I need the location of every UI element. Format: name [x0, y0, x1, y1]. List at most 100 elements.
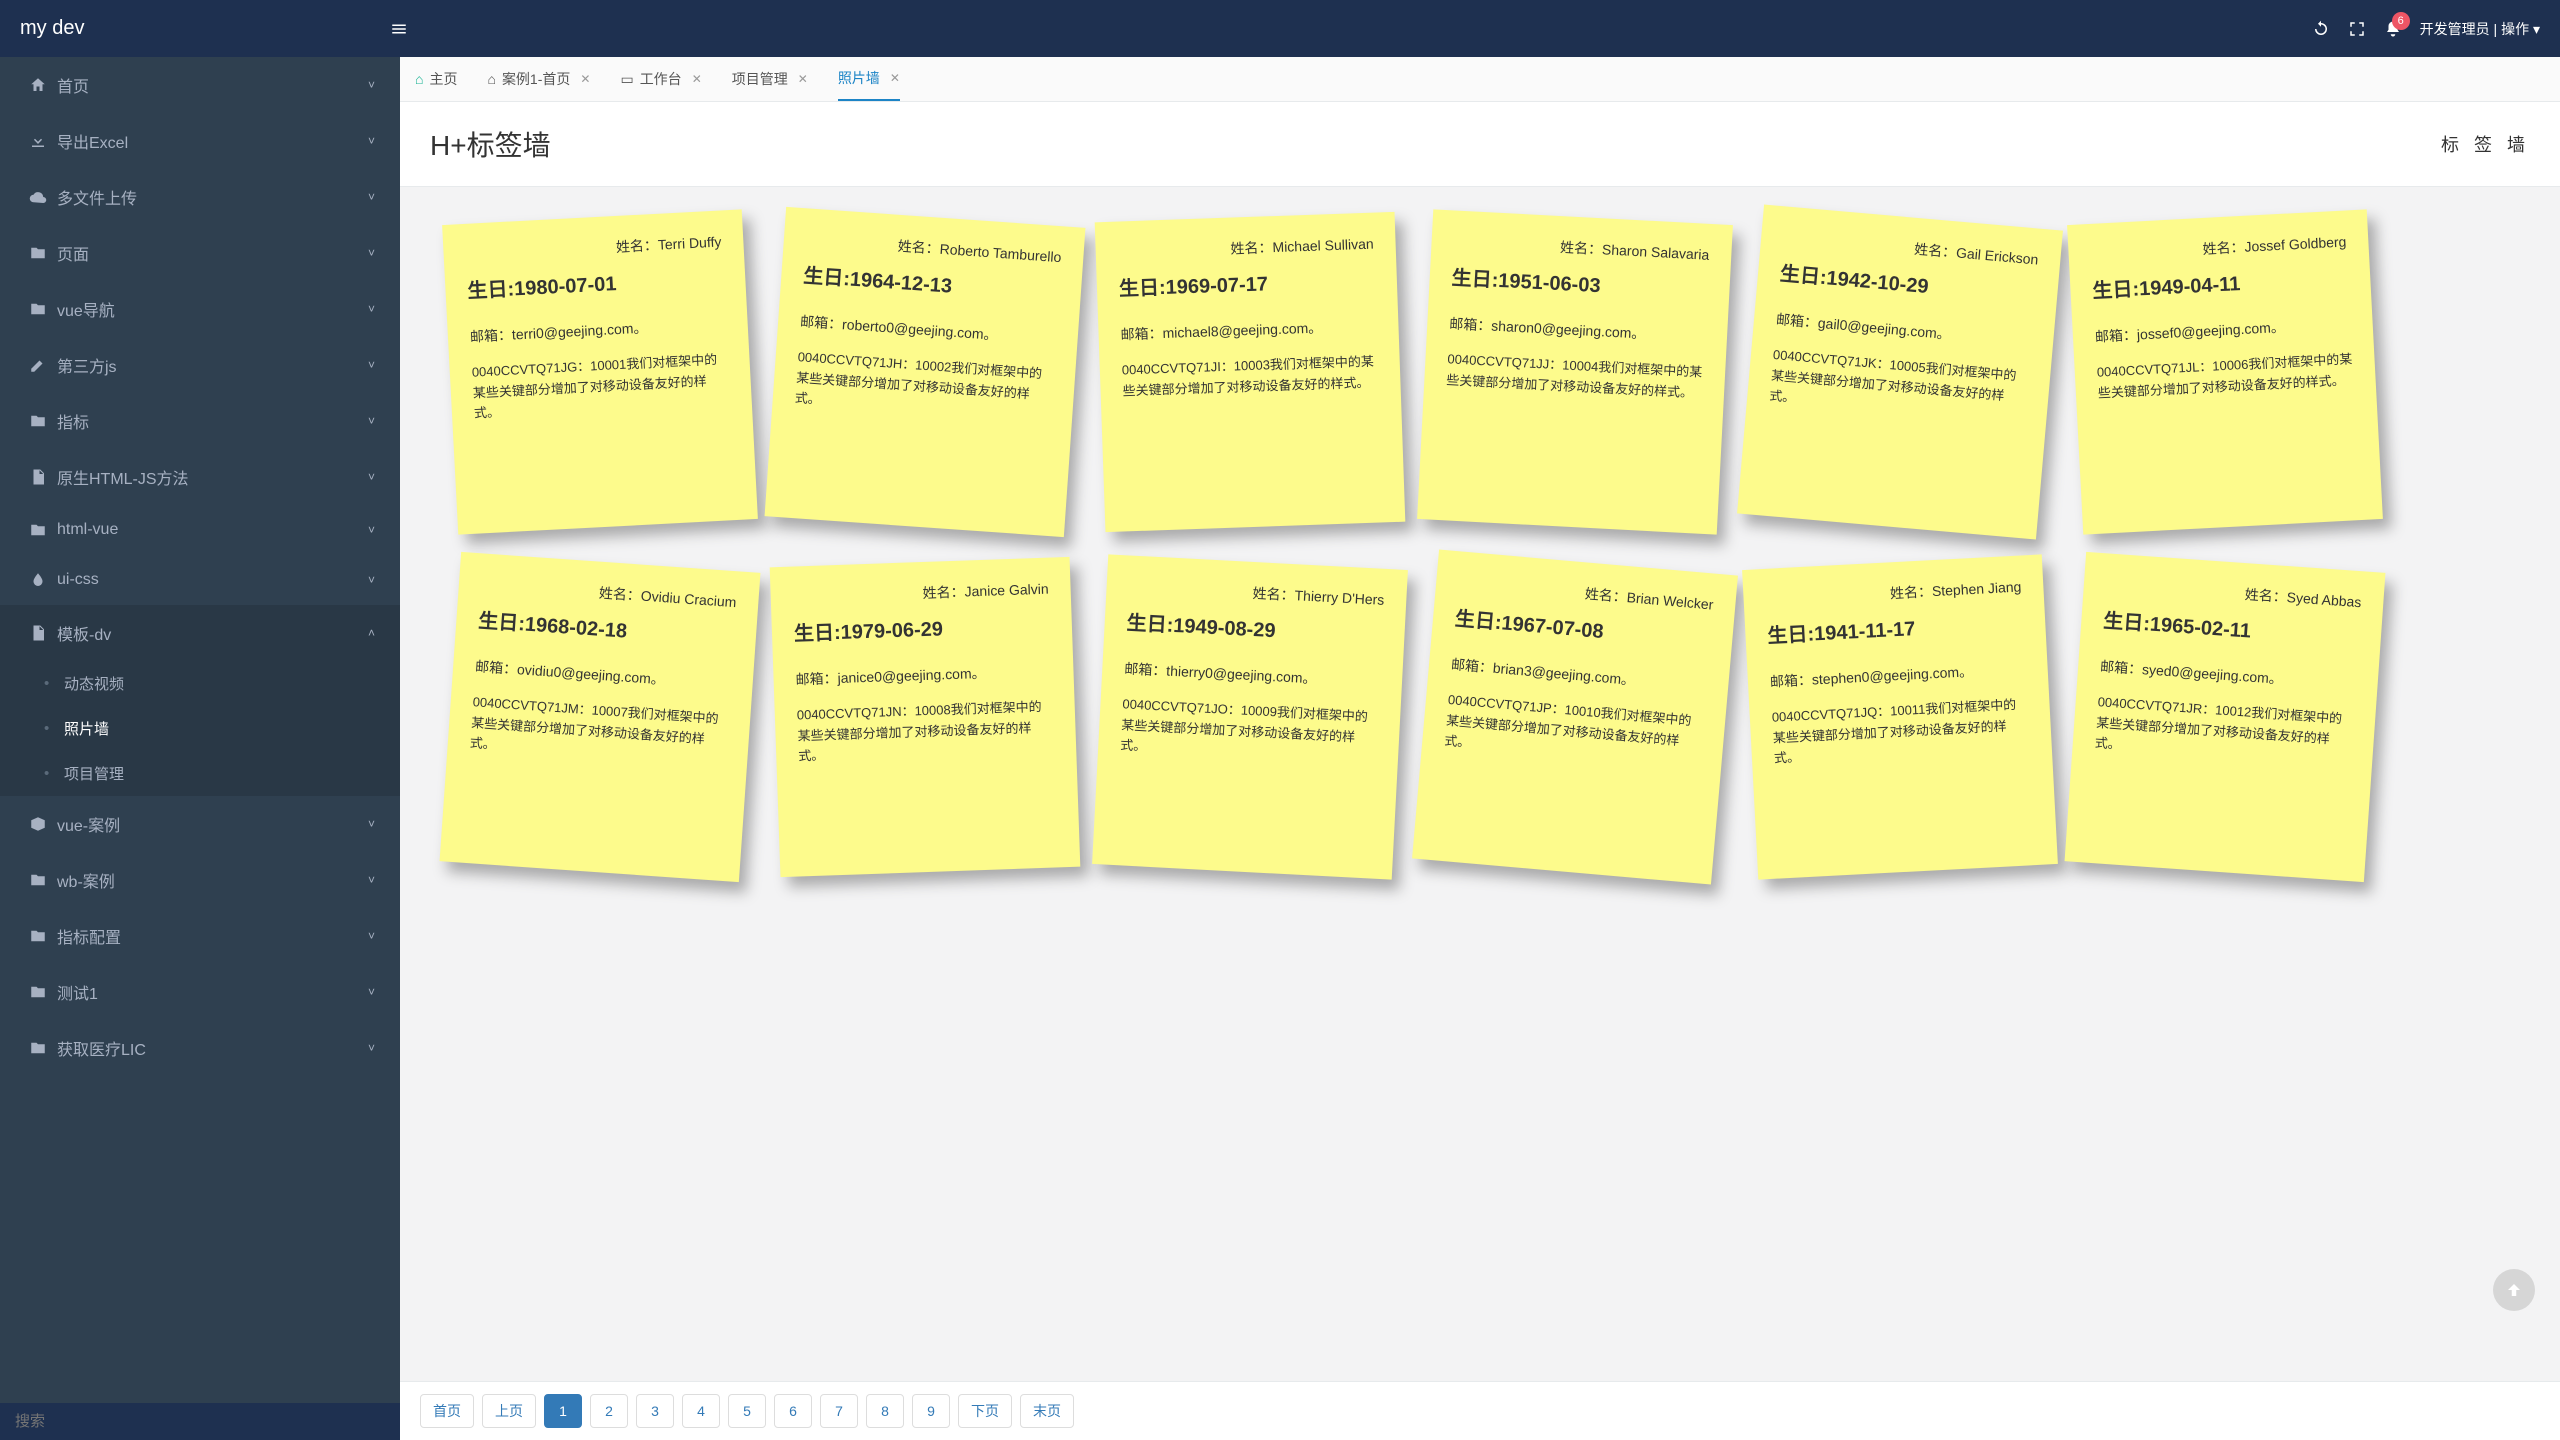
sidebar-item-label: 指标: [57, 409, 89, 433]
sidebar-item-12[interactable]: wb-案例˅: [0, 852, 400, 908]
note-birthday: 生日:1980-07-01: [467, 263, 724, 308]
note-description: 0040CCVTQ71JI：10003我们对框架中的某些关键部分增加了对移动设备…: [1122, 351, 1379, 402]
page-prev[interactable]: 上页: [482, 1394, 536, 1428]
page-9[interactable]: 9: [912, 1394, 950, 1428]
page-6[interactable]: 6: [774, 1394, 812, 1428]
tab-label: 照片墙: [838, 68, 880, 88]
note-card-3[interactable]: 姓名：Sharon Salavaria生日:1951-06-03邮箱：sharo…: [1417, 209, 1733, 534]
folder-icon: [29, 521, 57, 539]
sidebar-item-14[interactable]: 测试1˅: [0, 964, 400, 1020]
page-title: H+标签墙: [430, 124, 551, 164]
sidebar-item-9[interactable]: ui-css˅: [0, 555, 400, 605]
tab-4[interactable]: 照片墙 ✕: [838, 57, 900, 101]
close-icon[interactable]: ✕: [890, 71, 900, 85]
id-icon: ▭: [620, 71, 633, 88]
page-3[interactable]: 3: [636, 1394, 674, 1428]
chevron-icon: ˅: [368, 302, 375, 316]
note-name: 姓名：Sharon Salavaria: [1453, 230, 1710, 266]
tab-2[interactable]: ▭ 工作台 ✕: [620, 57, 701, 101]
note-card-2[interactable]: 姓名：Michael Sullivan生日:1969-07-17邮箱：micha…: [1095, 212, 1406, 532]
note-card-4[interactable]: 姓名：Gail Erickson生日:1942-10-29邮箱：gail0@ge…: [1737, 205, 2063, 540]
note-card-11[interactable]: 姓名：Syed Abbas生日:1965-02-11邮箱：syed0@geeji…: [2065, 552, 2386, 882]
sidebar-item-label: 动态视频: [64, 673, 124, 694]
chevron-icon: ˅: [368, 573, 375, 587]
page-8[interactable]: 8: [866, 1394, 904, 1428]
user-label[interactable]: 开发管理员 | 操作 ▾: [2420, 19, 2540, 39]
note-description: 0040CCVTQ71JM：10007我们对框架中的某些关键部分增加了对移动设备…: [469, 692, 729, 772]
note-email: 邮箱：stephen0@geejing.com。: [1769, 658, 2026, 694]
note-email: 邮箱：ovidiu0@geejing.com。: [474, 656, 731, 696]
sidebar-item-3[interactable]: 页面˅: [0, 225, 400, 281]
note-birthday: 生日:1949-08-29: [1126, 608, 1383, 653]
note-card-0[interactable]: 姓名：Terri Duffy生日:1980-07-01邮箱：terri0@gee…: [442, 209, 758, 534]
page-subtitle: 标 签 墙: [2441, 131, 2530, 157]
home-icon: ⌂: [415, 71, 423, 87]
note-card-9[interactable]: 姓名：Brian Welcker生日:1967-07-08邮箱：brian3@g…: [1412, 550, 1738, 885]
close-icon[interactable]: ✕: [580, 72, 590, 86]
refresh-icon[interactable]: [2312, 18, 2330, 39]
note-birthday: 生日:1941-11-17: [1767, 608, 2024, 653]
sidebar-item-2[interactable]: 多文件上传˅: [0, 169, 400, 225]
note-description: 0040CCVTQ71JJ：10004我们对框架中的某些关键部分增加了对移动设备…: [1446, 349, 1704, 404]
sidebar-item-15[interactable]: 获取医疗LIC˅: [0, 1020, 400, 1076]
sidebar-item-label: 导出Excel: [57, 129, 128, 153]
note-birthday: 生日:1964-12-13: [802, 261, 1060, 311]
note-description: 0040CCVTQ71JQ：10011我们对框架中的某些关键部分增加了对移动设备…: [1771, 694, 2030, 770]
page-last[interactable]: 末页: [1020, 1394, 1074, 1428]
sidebar-item-label: 指标配置: [57, 924, 121, 948]
note-card-10[interactable]: 姓名：Stephen Jiang生日:1941-11-17邮箱：stephen0…: [1742, 554, 2058, 879]
sidebar-item-11[interactable]: vue-案例˅: [0, 796, 400, 852]
chevron-icon: ˅: [368, 817, 375, 831]
menu-toggle-icon[interactable]: [390, 17, 408, 40]
note-card-5[interactable]: 姓名：Jossef Goldberg生日:1949-04-11邮箱：jossef…: [2067, 209, 2383, 534]
page-1[interactable]: 1: [544, 1394, 582, 1428]
tab-1[interactable]: ⌂案例1-首页✕: [487, 57, 590, 101]
note-card-1[interactable]: 姓名：Roberto Tamburello生日:1964-12-13邮箱：rob…: [765, 207, 1086, 537]
note-email: 邮箱：janice0@geejing.com。: [795, 660, 1052, 691]
note-description: 0040CCVTQ71JK：10005我们对框架中的某些关键部分增加了对移动设备…: [1768, 345, 2028, 429]
sidebar-subitem-10-1[interactable]: 照片墙: [0, 706, 400, 751]
fullscreen-icon[interactable]: [2348, 18, 2366, 39]
note-card-6[interactable]: 姓名：Ovidiu Cracium生日:1968-02-18邮箱：ovidiu0…: [440, 552, 761, 882]
folder-icon: [29, 983, 57, 1001]
tab-3[interactable]: 项目管理✕: [732, 57, 808, 101]
page-4[interactable]: 4: [682, 1394, 720, 1428]
page-first[interactable]: 首页: [420, 1394, 474, 1428]
sidebar-subitem-10-2[interactable]: 项目管理: [0, 751, 400, 796]
chevron-icon: ˅: [368, 190, 375, 204]
sidebar-item-0[interactable]: 首页˅: [0, 57, 400, 113]
search-input[interactable]: [0, 1403, 400, 1440]
note-name: 姓名：Thierry D'Hers: [1128, 575, 1385, 611]
sidebar-item-6[interactable]: 指标˅: [0, 393, 400, 449]
page-7[interactable]: 7: [820, 1394, 858, 1428]
sidebar-item-10[interactable]: 模板-dv˄: [0, 605, 400, 661]
page-2[interactable]: 2: [590, 1394, 628, 1428]
doc-icon: [29, 624, 57, 642]
close-icon[interactable]: ✕: [798, 72, 808, 86]
close-icon[interactable]: ✕: [692, 72, 702, 86]
note-birthday: 生日:1951-06-03: [1451, 263, 1708, 308]
sidebar-item-1[interactable]: 导出Excel˅: [0, 113, 400, 169]
page-next[interactable]: 下页: [958, 1394, 1012, 1428]
tab-0[interactable]: ⌂主页: [415, 57, 457, 101]
download-icon: [29, 132, 57, 150]
scroll-top-button[interactable]: [2493, 1269, 2535, 1311]
folder-icon: [29, 244, 57, 262]
sidebar-item-label: 第三方js: [57, 353, 117, 377]
sidebar-item-7[interactable]: 原生HTML-JS方法˅: [0, 449, 400, 505]
sidebar-item-5[interactable]: 第三方js˅: [0, 337, 400, 393]
sidebar-item-13[interactable]: 指标配置˅: [0, 908, 400, 964]
sidebar-item-4[interactable]: vue导航˅: [0, 281, 400, 337]
note-card-8[interactable]: 姓名：Thierry D'Hers生日:1949-08-29邮箱：thierry…: [1092, 554, 1408, 879]
note-birthday: 生日:1979-06-29: [793, 610, 1050, 651]
sidebar-item-label: 原生HTML-JS方法: [57, 465, 189, 489]
note-email: 邮箱：michael8@geejing.com。: [1120, 315, 1377, 346]
home-icon: [29, 76, 57, 94]
bell-icon[interactable]: 6: [2384, 18, 2402, 39]
tab-label: 工作台: [640, 69, 682, 89]
sidebar-subitem-10-0[interactable]: 动态视频: [0, 661, 400, 706]
note-name: 姓名：Michael Sullivan: [1117, 233, 1374, 264]
page-5[interactable]: 5: [728, 1394, 766, 1428]
sidebar-item-8[interactable]: html-vue˅: [0, 505, 400, 555]
note-card-7[interactable]: 姓名：Janice Galvin生日:1979-06-29邮箱：janice0@…: [770, 557, 1081, 877]
